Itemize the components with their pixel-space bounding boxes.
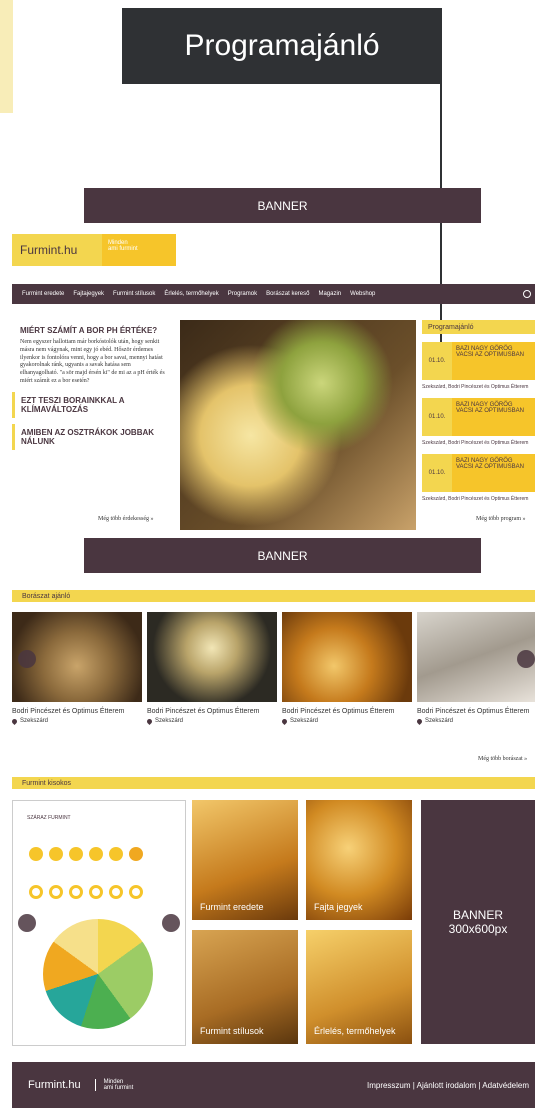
note-strip <box>0 0 13 113</box>
middle-banner[interactable]: BANNER <box>84 538 481 573</box>
program-title: BAZI NAGY GÖRÖG VACSI AZ OPTIMUSBAN <box>452 398 535 436</box>
kiosk-taste-row <box>29 885 185 899</box>
program-item[interactable]: 01.10. BAZI NAGY GÖRÖG VACSI AZ OPTIMUSB… <box>422 342 535 380</box>
nav-item-fajtajegyek[interactable]: Fajtajegyek <box>73 291 104 297</box>
program-list: Programajánló 01.10. BAZI NAGY GÖRÖG VAC… <box>422 320 535 530</box>
carousel-prev-button[interactable] <box>18 650 36 668</box>
kiosk-aroma-row <box>29 847 185 861</box>
program-place: Szekszárd, Bodri Pincészet és Optimus Ét… <box>422 384 529 390</box>
nav-item-programok[interactable]: Programok <box>228 291 257 297</box>
program-heading: Programajánló <box>422 320 535 334</box>
logo-name: Furmint.hu <box>12 234 102 266</box>
winery-card-title: Bodri Pincészet és Optimus Étterem <box>12 708 125 715</box>
location-pin-icon <box>145 717 154 725</box>
winery-card-location: Szekszárd <box>280 717 412 725</box>
program-place: Szekszárd, Bodri Pincészet és Optimus Ét… <box>422 440 529 446</box>
winery-card-title: Bodri Pincészet és Optimus Étterem <box>147 708 260 715</box>
winery-section-header: Borászat ajánló <box>12 590 535 602</box>
logo-tagline-line2: ami furmint <box>108 246 138 252</box>
winery-card[interactable]: Bodri Pincészet és Optimus Étterem Szeks… <box>280 612 412 725</box>
logo-tagline: Minden ami furmint <box>102 234 176 266</box>
hero-image[interactable] <box>180 320 416 530</box>
article-item-klima[interactable]: EZT TESZI BORAINKKAL A KLÍMAVÁLTOZÁS <box>12 391 172 418</box>
program-title: BAZI NAGY GÖRÖG VACSI AZ OPTIMUSBAN <box>452 342 535 380</box>
program-item[interactable]: 01.10. BAZI NAGY GÖRÖG VACSI AZ OPTIMUSB… <box>422 454 535 492</box>
more-wineries-link[interactable]: Még több borászat » <box>478 756 527 762</box>
search-icon[interactable] <box>523 290 531 298</box>
kiosk-next-button[interactable] <box>162 914 180 932</box>
program-item[interactable]: 01.10. BAZI NAGY GÖRÖG VACSI AZ OPTIMUSB… <box>422 398 535 436</box>
footer-logo[interactable]: Furmint.hu <box>12 1079 81 1091</box>
tile-erleles[interactable]: Érlelés, termőhelyek <box>306 930 412 1044</box>
article-main-title[interactable]: MIÉRT SZÁMÍT A BOR PH ÉRTÉKE? <box>20 326 168 335</box>
more-articles-link[interactable]: Még több érdekesség » <box>98 516 154 522</box>
location-pin-icon <box>10 717 19 725</box>
winery-card[interactable]: Bodri Pincészet és Optimus Étterem Szeks… <box>10 612 142 725</box>
carousel-next-button[interactable] <box>517 650 535 668</box>
programajanlo-callout: Programajánló <box>122 8 442 84</box>
article-main-body: Nem egyszer hallottam már borkóstolók ut… <box>20 339 165 384</box>
aroma-wheel <box>43 919 153 1029</box>
nav-item-boraszat-kereso[interactable]: Borászat kereső <box>266 291 309 297</box>
side-banner[interactable]: BANNER 300x600px <box>421 800 535 1044</box>
winery-card-image <box>282 612 412 702</box>
nav-item-furmint-eredete[interactable]: Furmint eredete <box>22 291 64 297</box>
tile-furmint-stilusok[interactable]: Furmint stílusok <box>192 930 298 1044</box>
kiosk-section-header: Furmint kisokos <box>12 777 535 789</box>
site-logo[interactable]: Furmint.hu Minden ami furmint <box>12 234 176 266</box>
nav-item-furmint-stilusok[interactable]: Furmint stílusok <box>113 291 155 297</box>
kiosk-panel[interactable]: SZÁRAZ FURMINT <box>12 800 186 1046</box>
winery-card-location: Szekszárd <box>415 717 535 725</box>
footer-links[interactable]: Impresszum | Ajánlott irodalom | Adatvéd… <box>367 1081 535 1090</box>
winery-card-location: Szekszárd <box>10 717 142 725</box>
kiosk-panel-title: SZÁRAZ FURMINT <box>27 815 71 821</box>
main-nav: Furmint eredete Fajtajegyek Furmint stíl… <box>12 284 535 304</box>
tile-furmint-eredete[interactable]: Furmint eredete <box>192 800 298 920</box>
winery-card-title: Bodri Pincészet és Optimus Étterem <box>417 708 530 715</box>
nav-item-webshop[interactable]: Webshop <box>350 291 375 297</box>
footer: Furmint.hu Minden ami furmint Impresszum… <box>12 1062 535 1108</box>
top-banner[interactable]: BANNER <box>84 188 481 223</box>
program-date: 01.10. <box>422 398 452 436</box>
winery-card[interactable]: Bodri Pincészet és Optimus Étterem Szeks… <box>415 612 535 725</box>
tile-fajta-jegyek[interactable]: Fajta jegyek <box>306 800 412 920</box>
article-item-osztrak[interactable]: AMIBEN AZ OSZTRÁKOK JOBBAK NÁLUNK <box>12 423 172 450</box>
program-date: 01.10. <box>422 454 452 492</box>
winery-card[interactable]: Bodri Pincészet és Optimus Étterem Szeks… <box>145 612 277 725</box>
nav-item-erleles[interactable]: Érlelés, termőhelyek <box>164 291 218 297</box>
location-pin-icon <box>280 717 289 725</box>
side-banner-line1: BANNER <box>452 908 503 922</box>
program-title: BAZI NAGY GÖRÖG VACSI AZ OPTIMUSBAN <box>452 454 535 492</box>
side-banner-line2: 300x600px <box>448 922 508 936</box>
program-date: 01.10. <box>422 342 452 380</box>
winery-card-title: Bodri Pincészet és Optimus Étterem <box>282 708 395 715</box>
winery-card-image <box>147 612 277 702</box>
nav-item-magazin[interactable]: Magazin <box>318 291 341 297</box>
article-column: MIÉRT SZÁMÍT A BOR PH ÉRTÉKE? Nem egysze… <box>12 320 172 530</box>
kiosk-prev-button[interactable] <box>18 914 36 932</box>
more-programs-link[interactable]: Még több program » <box>476 516 526 522</box>
location-pin-icon <box>415 717 424 725</box>
footer-tagline: Minden ami furmint <box>94 1079 133 1091</box>
program-place: Szekszárd, Bodri Pincészet és Optimus Ét… <box>422 496 529 502</box>
winery-card-location: Szekszárd <box>145 717 277 725</box>
